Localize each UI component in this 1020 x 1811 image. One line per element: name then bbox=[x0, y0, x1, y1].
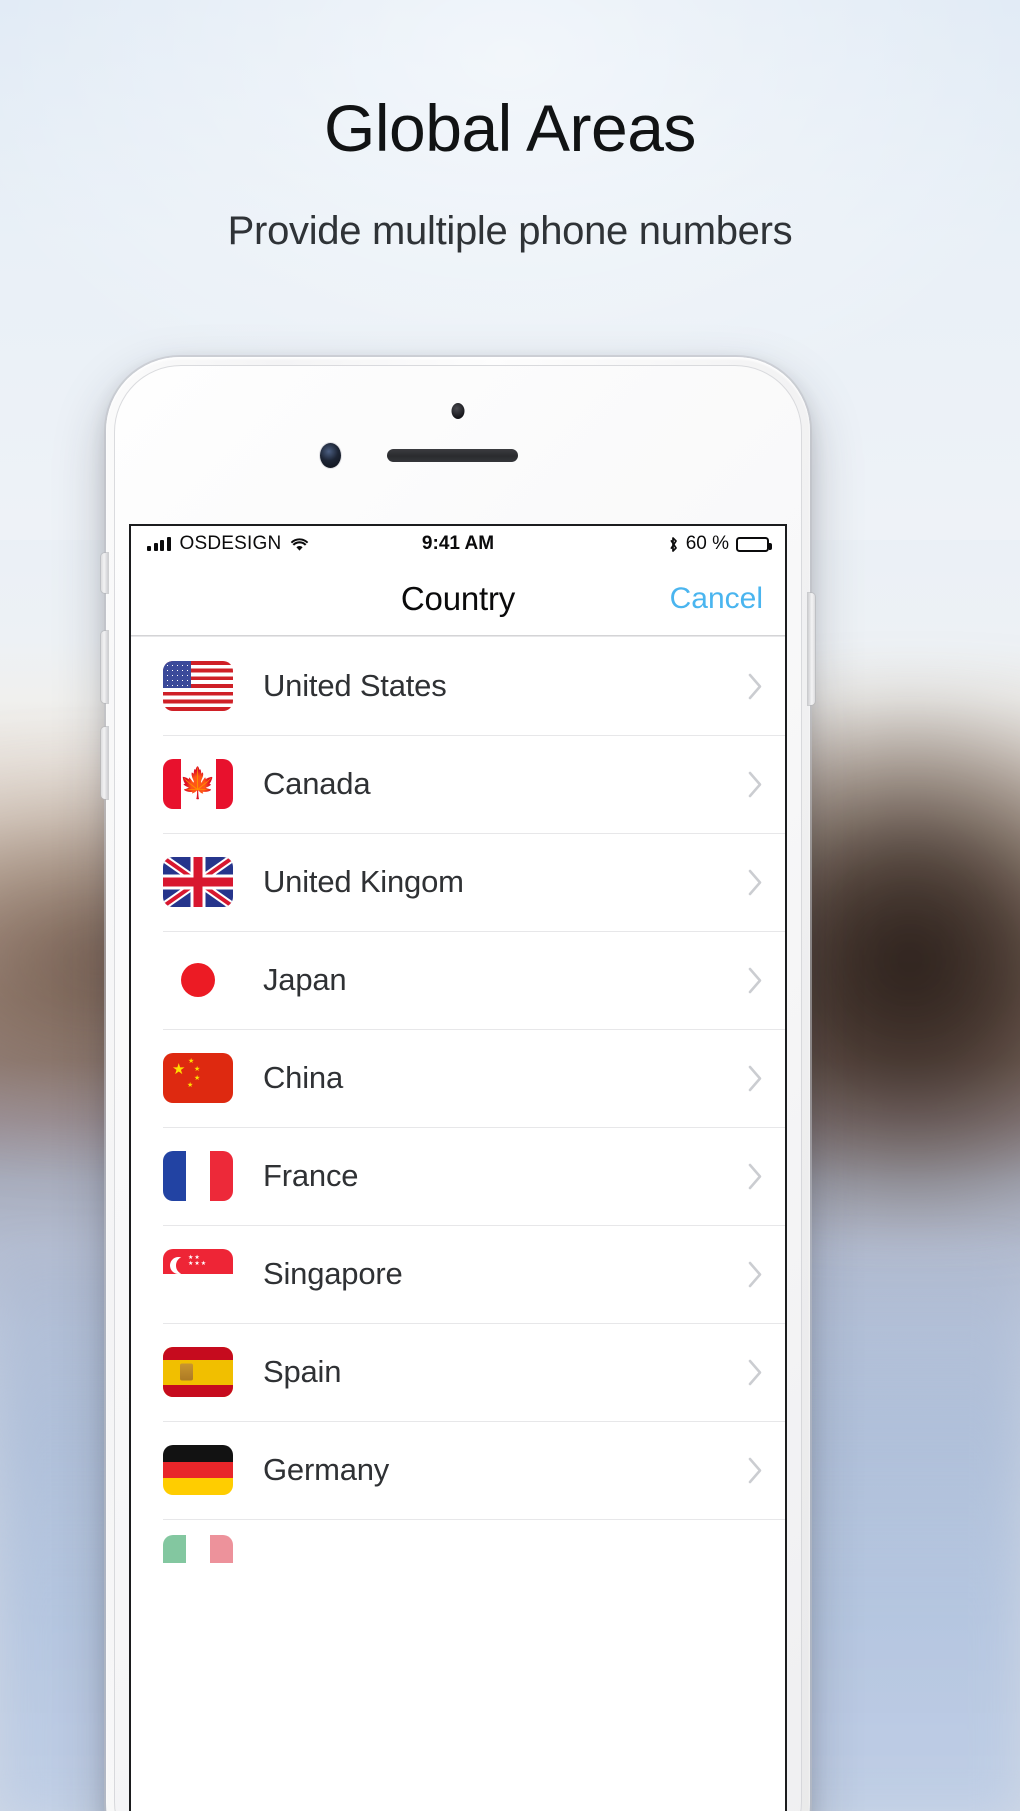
chevron-right-icon bbox=[748, 1359, 763, 1386]
nav-title: Country bbox=[400, 579, 516, 617]
status-bar-left: OSDESIGN bbox=[147, 533, 309, 555]
chevron-right-icon bbox=[748, 771, 763, 798]
country-name: United States bbox=[263, 668, 447, 703]
page-title: Global Areas bbox=[324, 91, 696, 165]
country-name: Canada bbox=[263, 766, 371, 801]
wifi-icon bbox=[290, 537, 309, 552]
volume-down-button[interactable] bbox=[101, 727, 108, 799]
cancel-button[interactable]: Cancel bbox=[670, 582, 763, 616]
list-item[interactable]: Germany bbox=[131, 1421, 785, 1519]
chevron-right-icon bbox=[748, 1163, 763, 1190]
battery-icon bbox=[736, 536, 772, 552]
battery-percent-label: 60 % bbox=[685, 533, 729, 554]
flag-france-icon bbox=[163, 1151, 233, 1201]
flag-spain-icon bbox=[163, 1347, 233, 1397]
phone-screen: OSDESIGN 9:41 AM 60 % Country Cancel Uni… bbox=[131, 526, 785, 1811]
list-item[interactable] bbox=[131, 1519, 785, 1563]
silent-switch-button[interactable] bbox=[101, 553, 108, 593]
country-list: United States 🍁 Canada United Kingom Jap… bbox=[131, 636, 785, 1563]
flag-germany-icon bbox=[163, 1445, 233, 1495]
list-item[interactable]: France bbox=[131, 1127, 785, 1225]
flag-united-kingdom-icon bbox=[163, 857, 233, 907]
country-name: Germany bbox=[263, 1452, 390, 1487]
earpiece-speaker bbox=[387, 449, 518, 462]
chevron-right-icon bbox=[748, 1065, 763, 1092]
flag-italy-icon bbox=[163, 1535, 233, 1563]
country-name: Spain bbox=[263, 1354, 342, 1389]
cellular-signal-icon bbox=[147, 537, 171, 551]
chevron-right-icon bbox=[748, 869, 763, 896]
country-name: United Kingom bbox=[263, 864, 464, 899]
list-item[interactable]: 🍁 Canada bbox=[131, 735, 785, 833]
navigation-bar: Country Cancel bbox=[131, 562, 785, 636]
list-item[interactable]: United Kingom bbox=[131, 833, 785, 931]
list-item[interactable]: Japan bbox=[131, 931, 785, 1029]
page-subtitle: Provide multiple phone numbers bbox=[227, 209, 793, 253]
status-bar: OSDESIGN 9:41 AM 60 % bbox=[131, 526, 785, 562]
country-name: Japan bbox=[263, 962, 347, 997]
flag-canada-icon: 🍁 bbox=[163, 759, 233, 809]
list-item[interactable]: United States bbox=[131, 637, 785, 735]
chevron-right-icon bbox=[748, 673, 763, 700]
country-name: France bbox=[263, 1158, 359, 1193]
promo-text-block: Global Areas Provide multiple phone numb… bbox=[0, 0, 1020, 251]
list-item[interactable]: ★★ ★★★ Singapore bbox=[131, 1225, 785, 1323]
flag-china-icon: ★ ★ ★ ★ ★ bbox=[163, 1053, 233, 1103]
proximity-sensor-icon bbox=[451, 403, 465, 419]
flag-united-states-icon bbox=[163, 661, 233, 711]
list-item[interactable]: Spain bbox=[131, 1323, 785, 1421]
country-name: China bbox=[263, 1060, 343, 1095]
front-camera-icon bbox=[320, 443, 341, 468]
chevron-right-icon bbox=[748, 1261, 763, 1288]
bluetooth-icon bbox=[668, 536, 679, 553]
flag-singapore-icon: ★★ ★★★ bbox=[163, 1249, 233, 1299]
power-button[interactable] bbox=[808, 593, 815, 705]
country-name: Singapore bbox=[263, 1256, 403, 1291]
chevron-right-icon bbox=[748, 1457, 763, 1484]
chevron-right-icon bbox=[748, 967, 763, 994]
phone-mockup: OSDESIGN 9:41 AM 60 % Country Cancel Uni… bbox=[101, 357, 815, 1811]
flag-japan-icon bbox=[163, 955, 233, 1005]
status-bar-right: 60 % bbox=[668, 533, 772, 555]
list-item[interactable]: ★ ★ ★ ★ ★ China bbox=[131, 1029, 785, 1127]
carrier-name: OSDESIGN bbox=[179, 533, 282, 554]
volume-up-button[interactable] bbox=[101, 631, 108, 703]
